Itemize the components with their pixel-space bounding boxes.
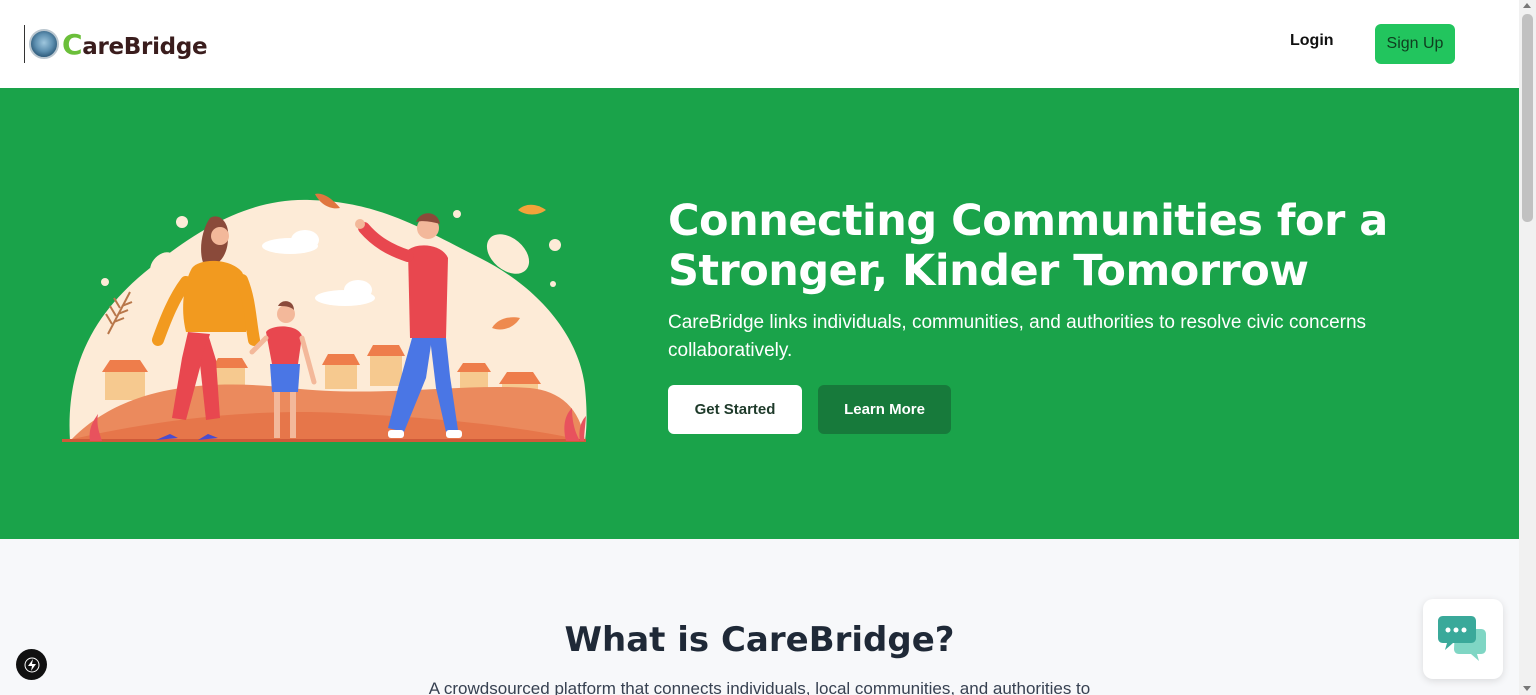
- chat-bubbles-icon: [1438, 616, 1486, 661]
- scroll-up-arrow-icon[interactable]: [1523, 3, 1531, 8]
- brand-name: CareBridge: [62, 27, 208, 61]
- login-button[interactable]: Login: [1290, 32, 1334, 50]
- hero-illustration: [62, 193, 587, 442]
- carebridge-logo-icon: [29, 29, 59, 59]
- about-title: What is CareBridge?: [564, 620, 955, 660]
- brand-name-rest: areBridge: [82, 33, 208, 60]
- signup-button[interactable]: Sign Up: [1375, 24, 1455, 64]
- chat-widget-button[interactable]: [1423, 599, 1503, 679]
- brand-initial: C: [62, 27, 83, 61]
- hero-section: Connecting Communities for a Stronger, K…: [0, 88, 1519, 539]
- brand-logo[interactable]: CareBridge: [24, 25, 208, 63]
- hero-subtitle: CareBridge links individuals, communitie…: [668, 312, 1367, 361]
- get-started-button[interactable]: Get Started: [668, 385, 802, 434]
- hero-title: Connecting Communities for a Stronger, K…: [668, 196, 1388, 296]
- lightning-icon: [24, 657, 39, 672]
- page-scrollbar[interactable]: [1519, 0, 1536, 695]
- learn-more-button[interactable]: Learn More: [818, 385, 951, 434]
- dev-tools-badge[interactable]: [16, 649, 47, 680]
- scrollbar-thumb[interactable]: [1522, 14, 1533, 222]
- scroll-down-arrow-icon[interactable]: [1523, 686, 1531, 691]
- about-text: A crowdsourced platform that connects in…: [428, 679, 1091, 695]
- site-header: CareBridge Login Sign Up: [0, 0, 1519, 88]
